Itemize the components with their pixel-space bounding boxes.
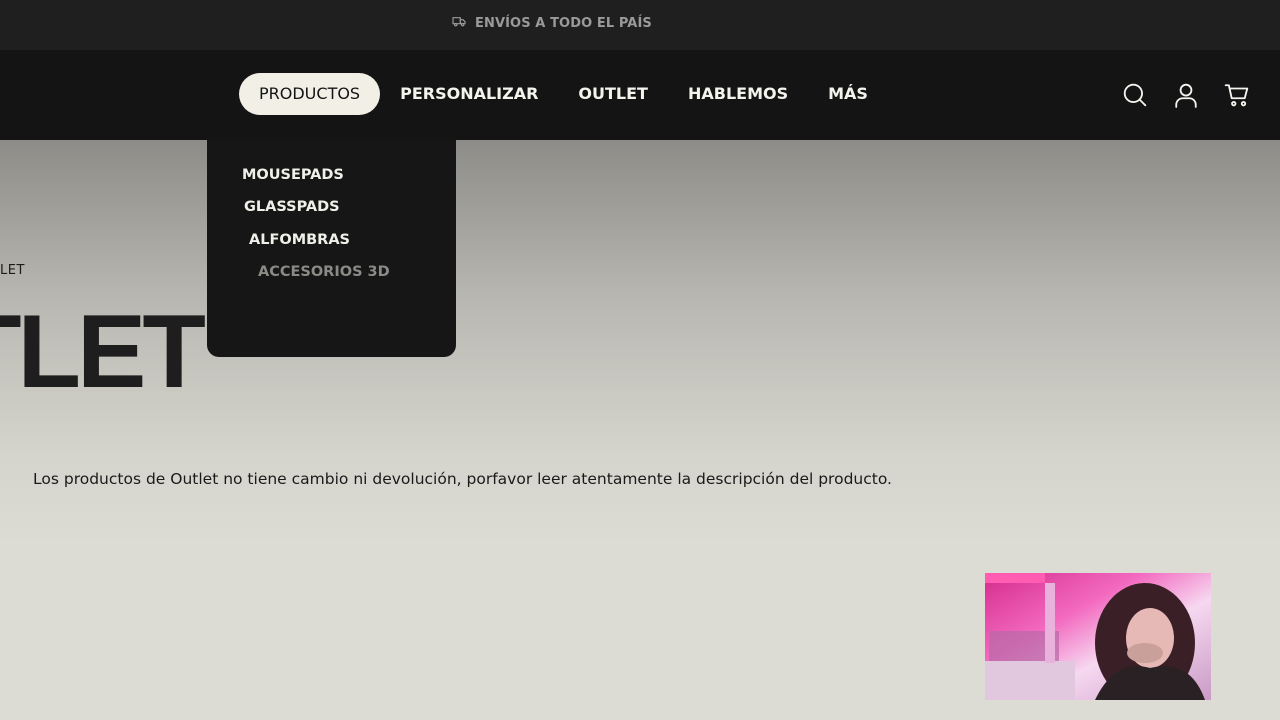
nav-item-mas[interactable]: MÁS (808, 73, 888, 115)
announcement-bar: ENVÍOS A TODO EL PAÍS (0, 0, 1280, 50)
search-icon[interactable] (1122, 82, 1148, 108)
nav-item-hablemos[interactable]: HABLEMOS (668, 73, 808, 115)
account-icon[interactable] (1173, 82, 1199, 108)
nav-item-productos[interactable]: PRODUCTOS (239, 73, 381, 115)
dropdown-item-mousepads[interactable]: MOUSEPADS (242, 167, 344, 183)
productos-dropdown-menu: MOUSEPADS GLASSPADS ALFOMBRAS ACCESORIOS… (207, 140, 456, 357)
truck-icon (451, 13, 467, 33)
webcam-overlay (985, 573, 1211, 700)
webcam-feed-image (985, 573, 1211, 700)
dropdown-item-alfombras[interactable]: ALFOMBRAS (249, 232, 350, 248)
main-nav: PRODUCTOS PERSONALIZAR OUTLET HABLEMOS M… (239, 73, 888, 115)
site-header: PRODUCTOS PERSONALIZAR OUTLET HABLEMOS M… (0, 50, 1280, 140)
announcement: ENVÍOS A TODO EL PAÍS (451, 13, 652, 33)
breadcrumb[interactable]: LET (0, 263, 25, 278)
dropdown-item-glasspads[interactable]: GLASSPADS (244, 199, 340, 215)
page-title: TLET (0, 294, 206, 410)
nav-item-personalizar[interactable]: PERSONALIZAR (380, 73, 558, 115)
nav-item-outlet[interactable]: OUTLET (558, 73, 668, 115)
outlet-notice: Los productos de Outlet no tiene cambio … (33, 470, 892, 488)
header-icons (1122, 82, 1250, 108)
cart-icon[interactable] (1224, 82, 1250, 108)
announcement-text: ENVÍOS A TODO EL PAÍS (475, 15, 652, 31)
dropdown-item-accesorios-3d[interactable]: ACCESORIOS 3D (258, 264, 390, 280)
